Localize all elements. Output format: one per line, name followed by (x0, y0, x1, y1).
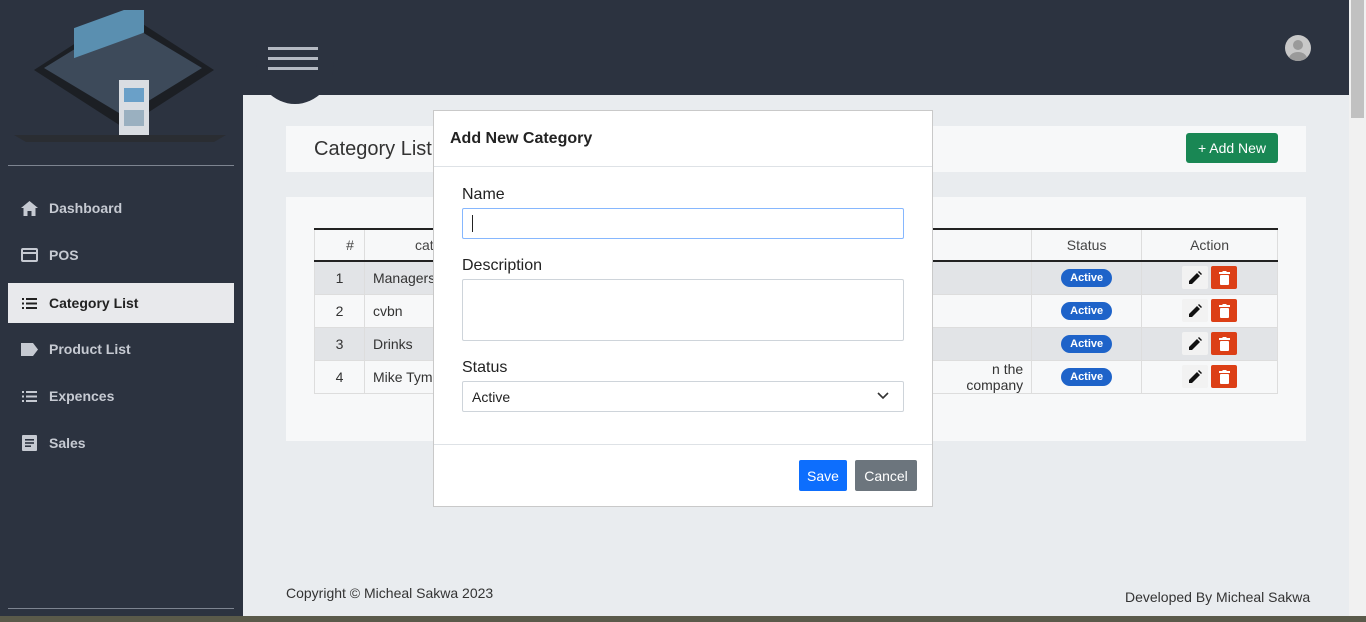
edit-button[interactable] (1182, 365, 1209, 388)
tag-icon (21, 341, 38, 358)
taskbar-strip (0, 616, 1366, 622)
delete-button[interactable] (1211, 266, 1238, 290)
column-header (931, 228, 1033, 262)
name-label: Name (462, 186, 505, 203)
modal-title: Add New Category (450, 130, 593, 147)
add-new-button[interactable]: + Add New (1186, 133, 1278, 163)
delete-button[interactable] (1211, 365, 1238, 388)
sidebar-item-pos[interactable]: POS (8, 235, 234, 275)
trash-icon (1218, 336, 1230, 351)
status-badge: Active (1061, 302, 1113, 320)
row-number: 1 (314, 260, 365, 295)
description-textarea[interactable] (462, 279, 904, 341)
name-input[interactable] (462, 208, 904, 239)
column-header: # (314, 228, 365, 262)
scrollbar-thumb[interactable] (1351, 0, 1364, 118)
document-icon (21, 435, 38, 452)
sidebar-item-label: Expences (49, 388, 115, 404)
status-badge: Active (1061, 335, 1113, 353)
row-number: 3 (314, 326, 365, 361)
text-caret (472, 215, 473, 232)
status-badge: Active (1061, 269, 1113, 288)
edit-button[interactable] (1182, 332, 1209, 355)
sidebar-item-label: Dashboard (49, 200, 123, 216)
category-description (931, 260, 1033, 295)
footer-developer: Developed By Micheal Sakwa (1125, 589, 1311, 605)
trash-icon (1218, 369, 1230, 384)
status-label: Status (462, 359, 508, 376)
footer-copyright: Copyright © Micheal Sakwa 2023 (286, 585, 494, 601)
sidebar-item-dashboard[interactable]: Dashboard (8, 188, 234, 228)
trash-icon (1218, 303, 1230, 318)
sidebar-item-label: Product List (49, 341, 131, 357)
modal-divider (434, 166, 932, 167)
card-icon (21, 247, 38, 264)
category-description (931, 326, 1033, 361)
pencil-icon (1188, 337, 1202, 350)
pos-logo (14, 10, 226, 142)
row-number: 2 (314, 293, 365, 328)
sidebar-item-label: Category List (49, 295, 139, 311)
modal-divider (434, 444, 932, 445)
sidebar-item-category-list[interactable]: Category List (8, 283, 234, 323)
delete-button[interactable] (1211, 299, 1238, 322)
status-select[interactable]: Active (462, 381, 904, 412)
sidebar-divider (8, 608, 234, 609)
home-icon (21, 200, 38, 217)
list-icon (21, 295, 38, 312)
category-description: n the company (931, 359, 1033, 394)
sidebar-divider (8, 165, 234, 166)
user-avatar[interactable] (1285, 35, 1311, 61)
sidebar-item-label: Sales (49, 435, 86, 451)
trash-icon (1218, 270, 1230, 285)
column-header: Action (1141, 228, 1278, 262)
add-category-modal: Add New Category Name Description Status… (433, 110, 933, 507)
pencil-icon (1188, 304, 1202, 317)
status-selected-value: Active (472, 389, 511, 405)
top-bar (243, 0, 1349, 95)
pencil-icon (1188, 271, 1202, 285)
sidebar-item-expences[interactable]: Expences (8, 376, 234, 416)
edit-button[interactable] (1182, 266, 1209, 290)
delete-button[interactable] (1211, 332, 1238, 355)
chevron-down-icon (877, 392, 889, 400)
sidebar-item-sales[interactable]: Sales (8, 423, 234, 463)
sidebar-item-product-list[interactable]: Product List (8, 329, 234, 369)
status-badge: Active (1061, 368, 1113, 386)
hamburger-menu-icon[interactable] (268, 47, 318, 73)
category-description (931, 293, 1033, 328)
edit-button[interactable] (1182, 299, 1209, 322)
sidebar: Dashboard POS Category List Product List… (0, 0, 243, 622)
sidebar-item-label: POS (49, 247, 79, 263)
row-number: 4 (314, 359, 365, 394)
pencil-icon (1188, 370, 1202, 383)
description-label: Description (462, 257, 543, 274)
column-header: Status (1031, 228, 1143, 262)
list-icon (21, 388, 38, 405)
page-title: Category List (314, 138, 432, 160)
cancel-button[interactable]: Cancel (855, 460, 917, 491)
save-button[interactable]: Save (799, 460, 847, 491)
